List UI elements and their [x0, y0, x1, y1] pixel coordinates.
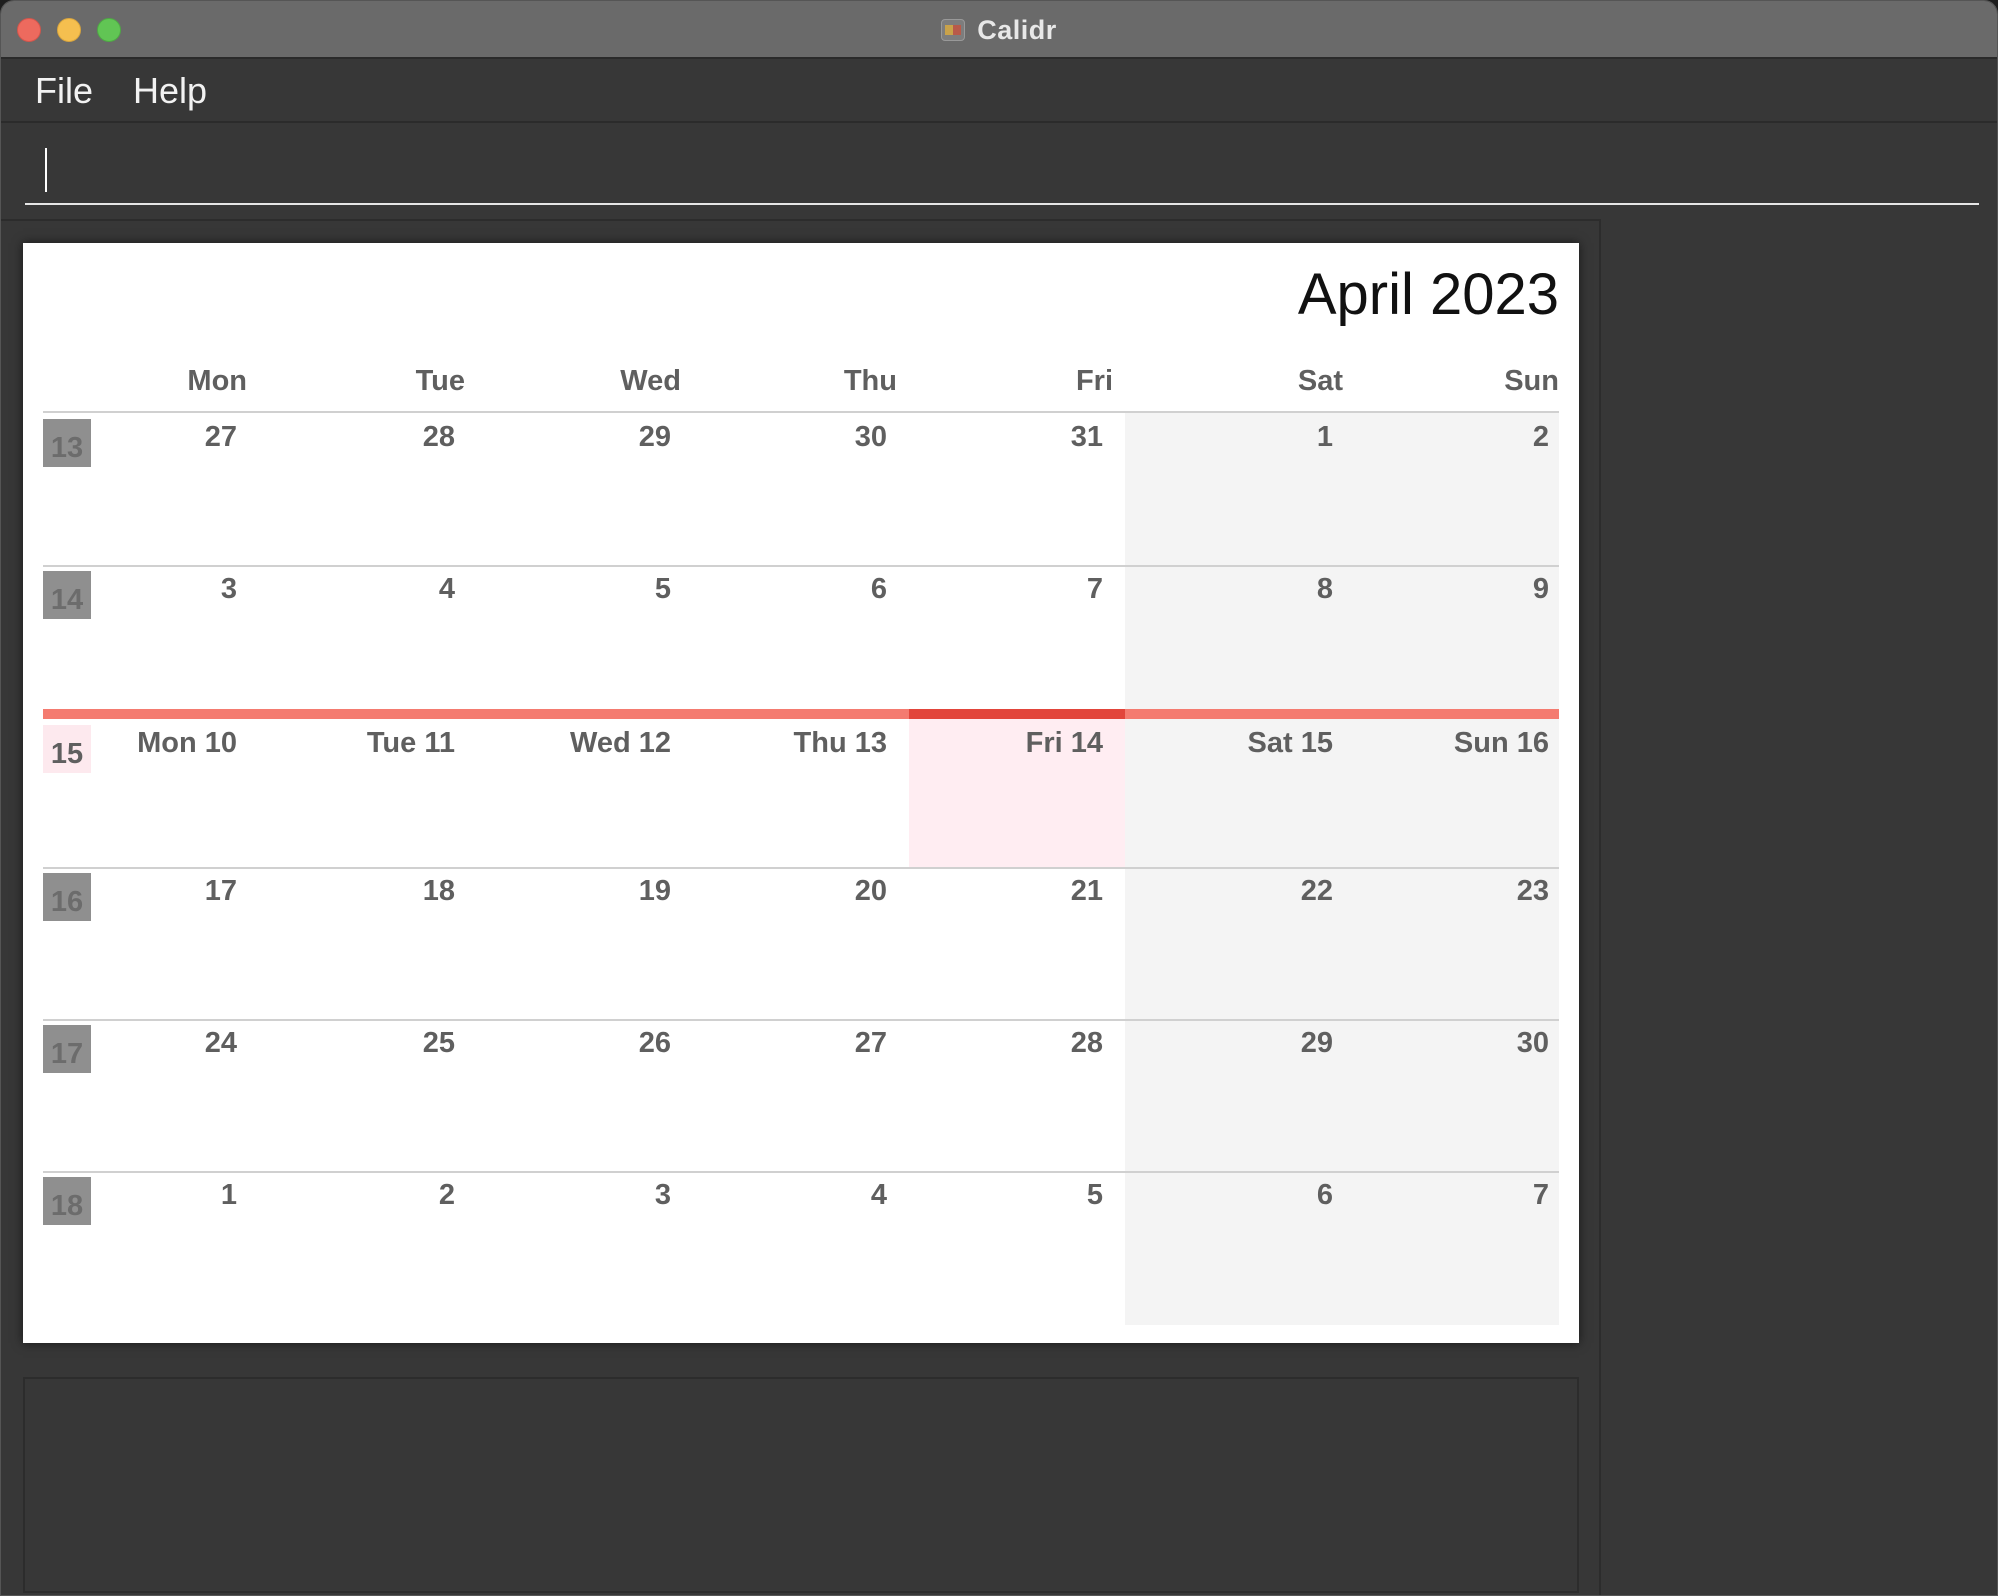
side-panel	[1601, 219, 1997, 1595]
day-cell-label[interactable]: 29	[1133, 1027, 1333, 1060]
text-caret	[45, 148, 47, 192]
day-cell-label[interactable]: 28	[903, 1027, 1103, 1060]
weekday-header-row: Mon Tue Wed Thu Fri Sat Sun	[23, 365, 1579, 403]
calendar-card: April 2023 Mon Tue Wed Thu Fri Sat Sun 13 27 28 2…	[23, 243, 1579, 1343]
window-title: Calidr	[977, 14, 1057, 45]
day-cell-label[interactable]: 30	[1349, 1027, 1549, 1060]
day-cell-label[interactable]: 6	[687, 573, 887, 606]
day-cell-label[interactable]: 24	[37, 1027, 237, 1060]
day-cell-label[interactable]: 4	[687, 1179, 887, 1212]
day-cell-label[interactable]: 7	[1349, 1179, 1549, 1212]
day-cell-label[interactable]: 25	[255, 1027, 455, 1060]
result-display	[23, 1377, 1579, 1593]
main-panel: April 2023 Mon Tue Wed Thu Fri Sat Sun 13 27 28 2…	[1, 219, 1601, 1595]
day-cell-label[interactable]: 29	[471, 421, 671, 454]
day-cell-label[interactable]: 8	[1133, 573, 1333, 606]
day-cell-label[interactable]: 1	[37, 1179, 237, 1212]
weekday-header-fri: Fri	[1075, 365, 1113, 397]
weekday-header-thu: Thu	[843, 365, 897, 397]
day-cell-label[interactable]: 28	[255, 421, 455, 454]
day-cell-label[interactable]: Tue 11	[255, 727, 455, 760]
day-cell-label[interactable]: Sun 16	[1349, 727, 1549, 760]
menu-help[interactable]: Help	[133, 70, 207, 112]
day-cell-label[interactable]: 30	[687, 421, 887, 454]
week-divider	[43, 1019, 1559, 1021]
day-cell-label[interactable]: 27	[37, 421, 237, 454]
day-cell-label[interactable]: 5	[471, 573, 671, 606]
day-cell-label[interactable]: Sat 15	[1133, 727, 1333, 760]
day-cell-label[interactable]: Wed 12	[471, 727, 671, 760]
day-cell-label[interactable]: Fri 14	[903, 727, 1103, 760]
day-cell-label[interactable]: 17	[37, 875, 237, 908]
day-cell-label[interactable]: Mon 10	[37, 727, 237, 760]
menu-file[interactable]: File	[35, 70, 93, 112]
weekday-header-sat: Sat	[1297, 365, 1343, 397]
day-cell-label[interactable]: 3	[471, 1179, 671, 1212]
day-cell-label[interactable]: 26	[471, 1027, 671, 1060]
day-cell-label[interactable]: 1	[1133, 421, 1333, 454]
week-divider	[43, 565, 1559, 567]
command-input[interactable]	[25, 145, 1979, 205]
day-cell-label[interactable]: 18	[255, 875, 455, 908]
weekday-header-wed: Wed	[620, 365, 681, 397]
day-cell-label[interactable]: 6	[1133, 1179, 1333, 1212]
day-cell-label[interactable]: 31	[903, 421, 1103, 454]
day-cell-label[interactable]: 22	[1133, 875, 1333, 908]
day-cell-label[interactable]: 2	[1349, 421, 1549, 454]
day-cell-label[interactable]: 9	[1349, 573, 1549, 606]
day-cell-label[interactable]: 7	[903, 573, 1103, 606]
week-divider	[43, 867, 1559, 869]
weekday-header-sun: Sun	[1504, 365, 1559, 397]
header-divider	[43, 411, 1559, 413]
day-cell-label[interactable]: Thu 13	[687, 727, 887, 760]
week-divider	[43, 1171, 1559, 1173]
command-area	[1, 125, 1997, 215]
day-cell-label[interactable]: 20	[687, 875, 887, 908]
weekday-header-tue: Tue	[415, 365, 465, 397]
day-cell-label[interactable]: 3	[37, 573, 237, 606]
day-cell-label[interactable]: 5	[903, 1179, 1103, 1212]
today-indicator-bar	[909, 709, 1125, 719]
day-cell-label[interactable]: 23	[1349, 875, 1549, 908]
app-window: Calidr File Help April 2023 Mon Tue Wed Thu…	[0, 0, 1998, 1596]
day-cell-label[interactable]: 21	[903, 875, 1103, 908]
weekday-header-mon: Mon	[187, 365, 247, 397]
day-cell-label[interactable]: 19	[471, 875, 671, 908]
day-cell-label[interactable]: 27	[687, 1027, 887, 1060]
month-title: April 2023	[1297, 262, 1559, 327]
title-bar[interactable]: Calidr	[1, 1, 1997, 59]
day-cell-label[interactable]: 4	[255, 573, 455, 606]
current-week-bar	[43, 709, 1559, 719]
menu-bar: File Help	[1, 61, 1997, 123]
app-icon	[941, 19, 966, 41]
day-cell-label[interactable]: 2	[255, 1179, 455, 1212]
